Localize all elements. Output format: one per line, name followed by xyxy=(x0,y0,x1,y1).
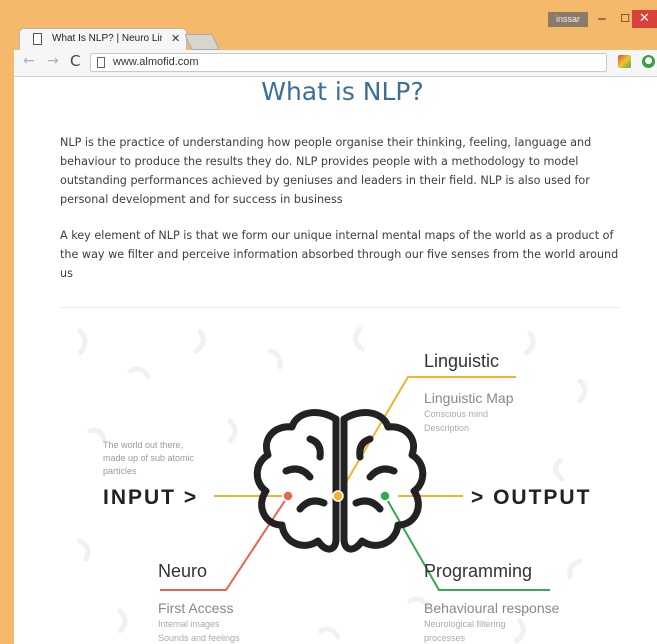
back-button[interactable]: ← xyxy=(23,53,35,69)
url-text[interactable]: www.almofid.com xyxy=(113,56,199,68)
divider xyxy=(60,307,620,308)
neuro-subtitle: First Access xyxy=(158,600,233,616)
input-note-line-1: The world out there, xyxy=(103,440,183,450)
page-icon xyxy=(33,33,42,45)
input-note-line-3: particles xyxy=(103,466,137,476)
linguistic-note-1: Conscious mind xyxy=(424,409,488,419)
programming-title: Programming xyxy=(424,561,532,581)
brain-icon xyxy=(253,409,427,553)
linguistic-title: Linguistic xyxy=(424,351,499,371)
output-label: > OUTPUT xyxy=(471,486,591,509)
connector-lines xyxy=(160,376,550,591)
input-label: INPUT > xyxy=(103,486,198,509)
neuro-node xyxy=(282,490,294,502)
page-info-icon[interactable] xyxy=(97,57,105,68)
reload-button[interactable]: C xyxy=(70,52,80,70)
programming-subtitle: Behavioural response xyxy=(424,600,560,616)
programming-node xyxy=(379,490,391,502)
close-window-button[interactable]: ✕ xyxy=(632,10,657,28)
linguistic-node xyxy=(332,490,344,502)
profile-badge[interactable]: inssar xyxy=(548,12,588,27)
address-bar[interactable]: www.almofid.com xyxy=(90,53,607,72)
linguistic-note-2: Description xyxy=(424,423,469,433)
nlp-diagram: INPUT > > OUTPUT The world out there, ma… xyxy=(77,326,591,644)
browser-toolbar: ← → C www.almofid.com ● xyxy=(14,50,657,77)
new-tab-button[interactable] xyxy=(184,34,220,50)
browser-tab[interactable]: What Is NLP? | Neuro Lin ✕ xyxy=(19,28,187,51)
linguistic-subtitle: Linguistic Map xyxy=(424,390,514,406)
intro-paragraph: NLP is the practice of understanding how… xyxy=(60,136,592,206)
tab-title: What Is NLP? | Neuro Lin xyxy=(52,33,162,44)
neuro-note-2: Sounds and feelings xyxy=(158,633,240,643)
input-note-line-2: made up of sub atomic xyxy=(103,453,195,463)
page-title: What is NLP? xyxy=(261,77,424,106)
programming-note-1: Neurological filtering xyxy=(424,619,506,629)
extension-icon-green[interactable]: ● xyxy=(642,55,655,68)
neuro-title: Neuro xyxy=(158,561,207,581)
key-element-paragraph: A key element of NLP is that we form our… xyxy=(60,229,619,280)
web-page: What is NLP? NLP is the practice of unde… xyxy=(14,77,657,644)
title-bar: inssar ‒ ☐ ✕ What Is NLP? | Neuro Lin ✕ xyxy=(0,0,657,51)
programming-note-2: processes xyxy=(424,633,466,643)
tab-close-icon[interactable]: ✕ xyxy=(171,32,180,45)
forward-button[interactable]: → xyxy=(47,53,59,69)
extension-icon[interactable] xyxy=(618,55,631,68)
neuro-note-1: Internal images xyxy=(158,619,220,629)
